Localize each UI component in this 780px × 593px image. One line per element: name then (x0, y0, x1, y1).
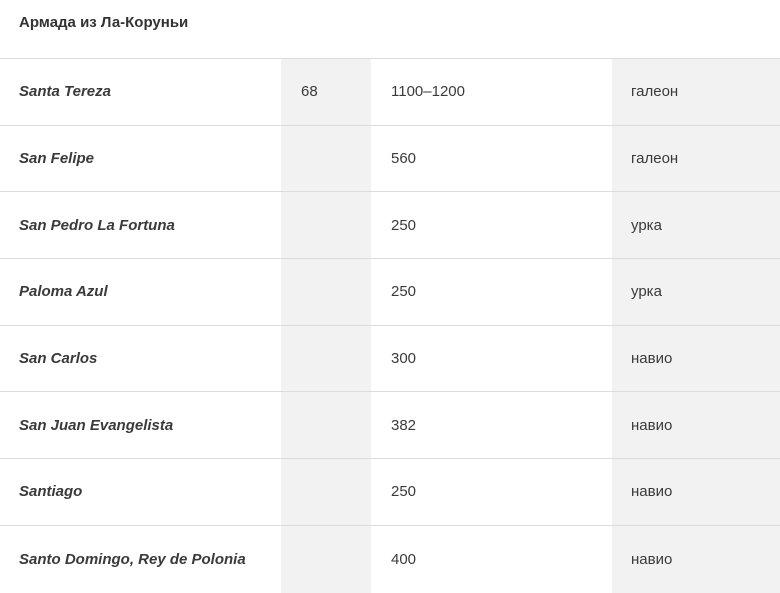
table-row: San Juan Evangelista 382 навио (0, 392, 780, 460)
fleet-table: Армада из Ла-Коруньи Santa Tereza 68 110… (0, 0, 780, 593)
ship-type-cell: урка (612, 192, 780, 259)
table-caption: Армада из Ла-Коруньи (19, 13, 189, 31)
guns-cell (281, 192, 371, 259)
ship-name-cell: Paloma Azul (0, 259, 281, 325)
ship-name-cell: Santiago (0, 459, 281, 525)
ship-type-cell: урка (612, 259, 780, 325)
tonnage-cell: 250 (371, 459, 612, 525)
table-body: Santa Tereza 68 1100–1200 галеон San Fel… (0, 59, 780, 593)
tonnage-cell: 1100–1200 (371, 59, 612, 125)
table-row: San Felipe 560 галеон (0, 125, 780, 193)
ship-name-cell: San Pedro La Fortuna (0, 192, 281, 259)
guns-cell (281, 392, 371, 459)
table-row: Santiago 250 навио (0, 459, 780, 526)
ship-type-cell: навио (612, 392, 780, 459)
ship-type-cell: галеон (612, 59, 780, 125)
table-row: Santa Tereza 68 1100–1200 галеон (0, 59, 780, 126)
tonnage-cell: 250 (371, 192, 612, 259)
guns-cell (281, 259, 371, 325)
ship-name-cell: San Felipe (0, 125, 281, 192)
ship-type-cell: навио (612, 525, 780, 593)
tonnage-cell: 382 (371, 392, 612, 459)
tonnage-cell: 400 (371, 525, 612, 593)
tonnage-cell: 560 (371, 125, 612, 192)
ship-name-cell: Santa Tereza (0, 59, 281, 125)
guns-cell: 68 (281, 59, 371, 125)
table-row: Santo Domingo, Rey de Polonia 400 навио (0, 525, 780, 593)
ship-name-cell: San Juan Evangelista (0, 392, 281, 459)
ship-type-cell: навио (612, 459, 780, 525)
ship-type-cell: навио (612, 325, 780, 392)
table-row: Paloma Azul 250 урка (0, 259, 780, 326)
tonnage-cell: 300 (371, 325, 612, 392)
guns-cell (281, 125, 371, 192)
guns-cell (281, 325, 371, 392)
guns-cell (281, 459, 371, 525)
ship-name-cell: San Carlos (0, 325, 281, 392)
ship-name-cell: Santo Domingo, Rey de Polonia (0, 525, 281, 593)
ship-type-cell: галеон (612, 125, 780, 192)
tonnage-cell: 250 (371, 259, 612, 325)
table-row: San Carlos 300 навио (0, 325, 780, 393)
table-row: San Pedro La Fortuna 250 урка (0, 192, 780, 260)
guns-cell (281, 525, 371, 593)
table-caption-row: Армада из Ла-Коруньи (0, 0, 780, 59)
